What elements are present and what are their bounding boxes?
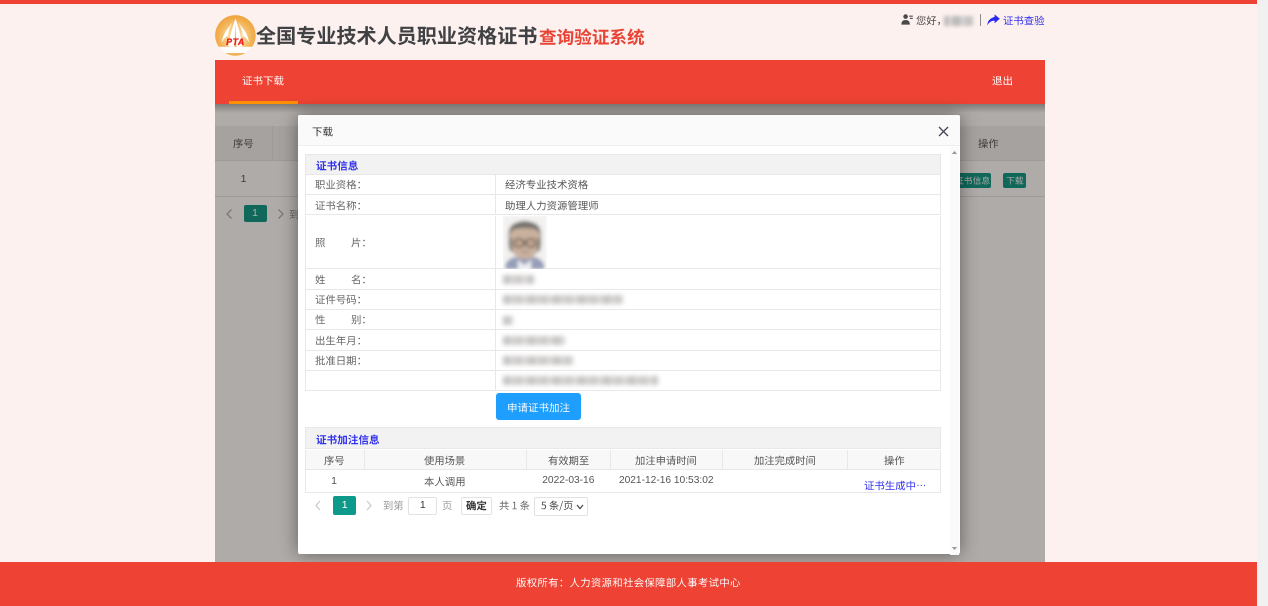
svg-text:PTA: PTA bbox=[226, 37, 245, 47]
